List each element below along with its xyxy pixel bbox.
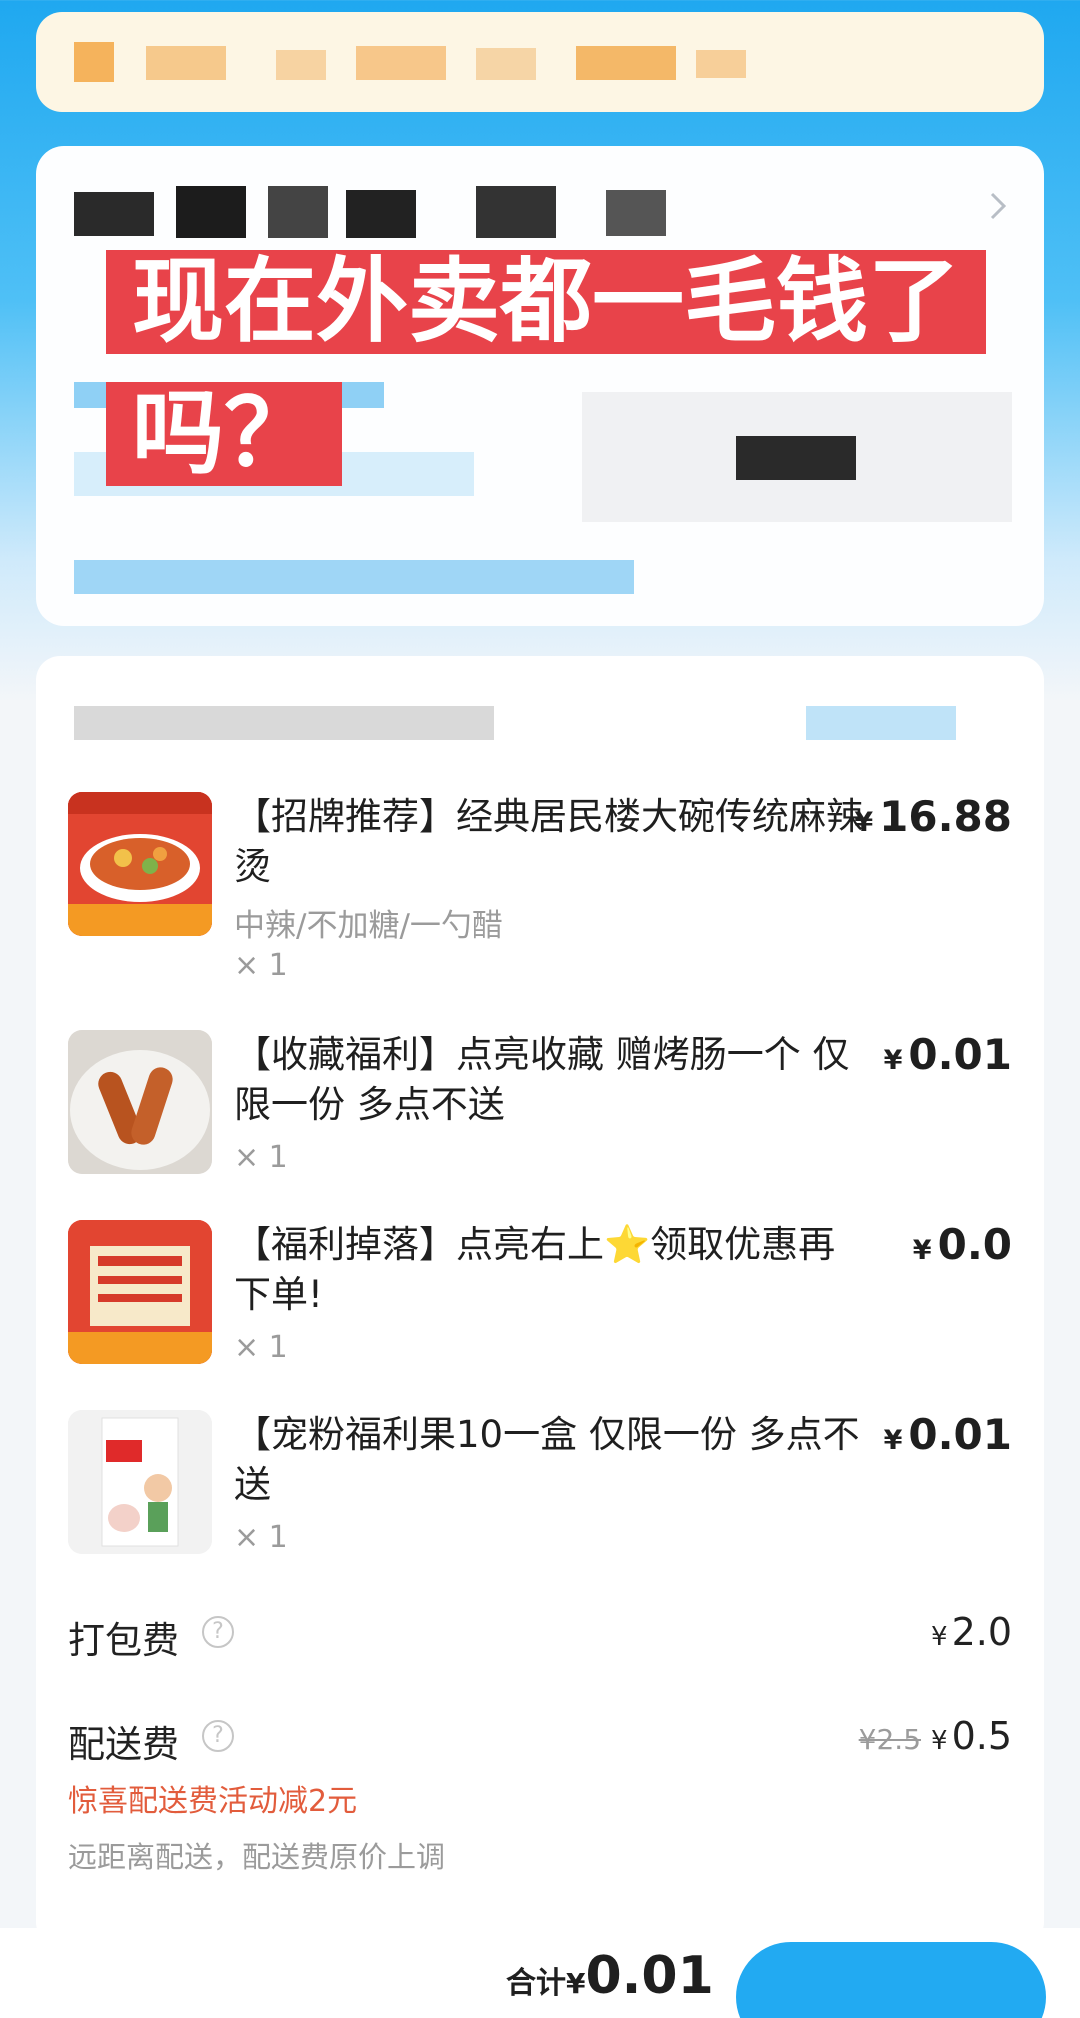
order-total: 合计¥0.01 — [506, 1946, 714, 2006]
banner-pixel — [476, 48, 536, 80]
order-card: 【招牌推荐】经典居民楼大碗传统麻辣烫 中辣/不加糖/一勺醋 × 1 ¥16.88… — [36, 656, 1044, 1946]
help-icon[interactable]: ? — [202, 1616, 234, 1648]
item-price: ¥0.01 — [883, 1410, 1012, 1459]
order-header-pixel — [74, 706, 494, 740]
store-name-pixel — [346, 190, 416, 238]
banner-pixel — [74, 42, 114, 82]
packing-fee-row: 打包费 ? ¥2.0 — [68, 1610, 1012, 1662]
store-name-pixel — [176, 186, 246, 238]
store-name-pixel — [476, 186, 556, 238]
packing-fee-value: ¥2.0 — [931, 1610, 1012, 1654]
store-name-pixel — [74, 192, 154, 236]
item-price: ¥0.0 — [912, 1220, 1012, 1269]
help-icon[interactable]: ? — [202, 1720, 234, 1752]
packing-fee-label: 打包费 — [68, 1619, 179, 1662]
item-thumbnail — [68, 1030, 212, 1174]
list-item[interactable]: 【招牌推荐】经典居民楼大碗传统麻辣烫 中辣/不加糖/一勺醋 × 1 ¥16.88 — [68, 792, 1012, 992]
delivery-fee-original: ¥2.5 — [858, 1723, 922, 1756]
banner-pixel — [356, 46, 446, 80]
item-thumbnail — [68, 1410, 212, 1554]
banner-pixel — [276, 50, 326, 80]
item-spec: 中辣/不加糖/一勺醋 — [234, 908, 503, 944]
store-name-pixel — [606, 190, 666, 236]
checkout-bar: 合计¥0.01 — [0, 1928, 1080, 2018]
order-header-pixel — [806, 706, 956, 740]
banner-pixel — [576, 46, 676, 80]
overlay-caption-line2: 吗？ — [106, 382, 343, 486]
item-thumbnail — [68, 792, 212, 936]
item-quantity: × 1 — [234, 1520, 288, 1555]
delivery-promo-text: 惊喜配送费活动减2元 — [68, 1784, 358, 1819]
item-title: 【福利掉落】点亮右上⭐领取优惠再下单! — [234, 1223, 836, 1316]
store-name-pixel — [268, 186, 328, 238]
item-price: ¥16.88 — [854, 792, 1012, 841]
delivery-fee-value: ¥2.5 ¥0.5 — [858, 1714, 1012, 1758]
delivery-fee-row: 配送费 ? ¥2.5 ¥0.5 — [68, 1714, 1012, 1766]
store-badge-pixel — [736, 436, 856, 480]
item-quantity: × 1 — [234, 948, 288, 983]
store-tags-pixel — [74, 560, 634, 594]
list-item[interactable]: 【福利掉落】点亮右上⭐领取优惠再下单! × 1 ¥0.0 — [68, 1220, 1012, 1380]
item-title: 【收藏福利】点亮收藏 赠烤肠一个 仅限一份 多点不送 — [234, 1033, 850, 1126]
item-price: ¥0.01 — [883, 1030, 1012, 1079]
banner-pixel — [146, 46, 226, 80]
delivery-note-text: 远距离配送，配送费原价上调 — [68, 1840, 446, 1874]
top-banner — [36, 12, 1044, 112]
store-card[interactable]: 现在外卖都一毛钱了 吗？ — [36, 146, 1044, 626]
item-title: 【招牌推荐】经典居民楼大碗传统麻辣烫 — [234, 795, 863, 888]
chevron-right-icon[interactable] — [978, 186, 1018, 226]
list-item[interactable]: 【宠粉福利果10一盒 仅限一份 多点不送 × 1 ¥0.01 — [68, 1410, 1012, 1570]
overlay-caption-line1: 现在外卖都一毛钱了 — [106, 250, 987, 354]
item-quantity: × 1 — [234, 1140, 288, 1175]
item-quantity: × 1 — [234, 1330, 288, 1365]
list-item[interactable]: 【收藏福利】点亮收藏 赠烤肠一个 仅限一份 多点不送 × 1 ¥0.01 — [68, 1030, 1012, 1190]
submit-order-button[interactable] — [736, 1942, 1046, 2018]
delivery-fee-label: 配送费 — [68, 1723, 179, 1766]
item-title: 【宠粉福利果10一盒 仅限一份 多点不送 — [234, 1413, 860, 1506]
item-thumbnail — [68, 1220, 212, 1364]
banner-pixel — [696, 50, 746, 78]
